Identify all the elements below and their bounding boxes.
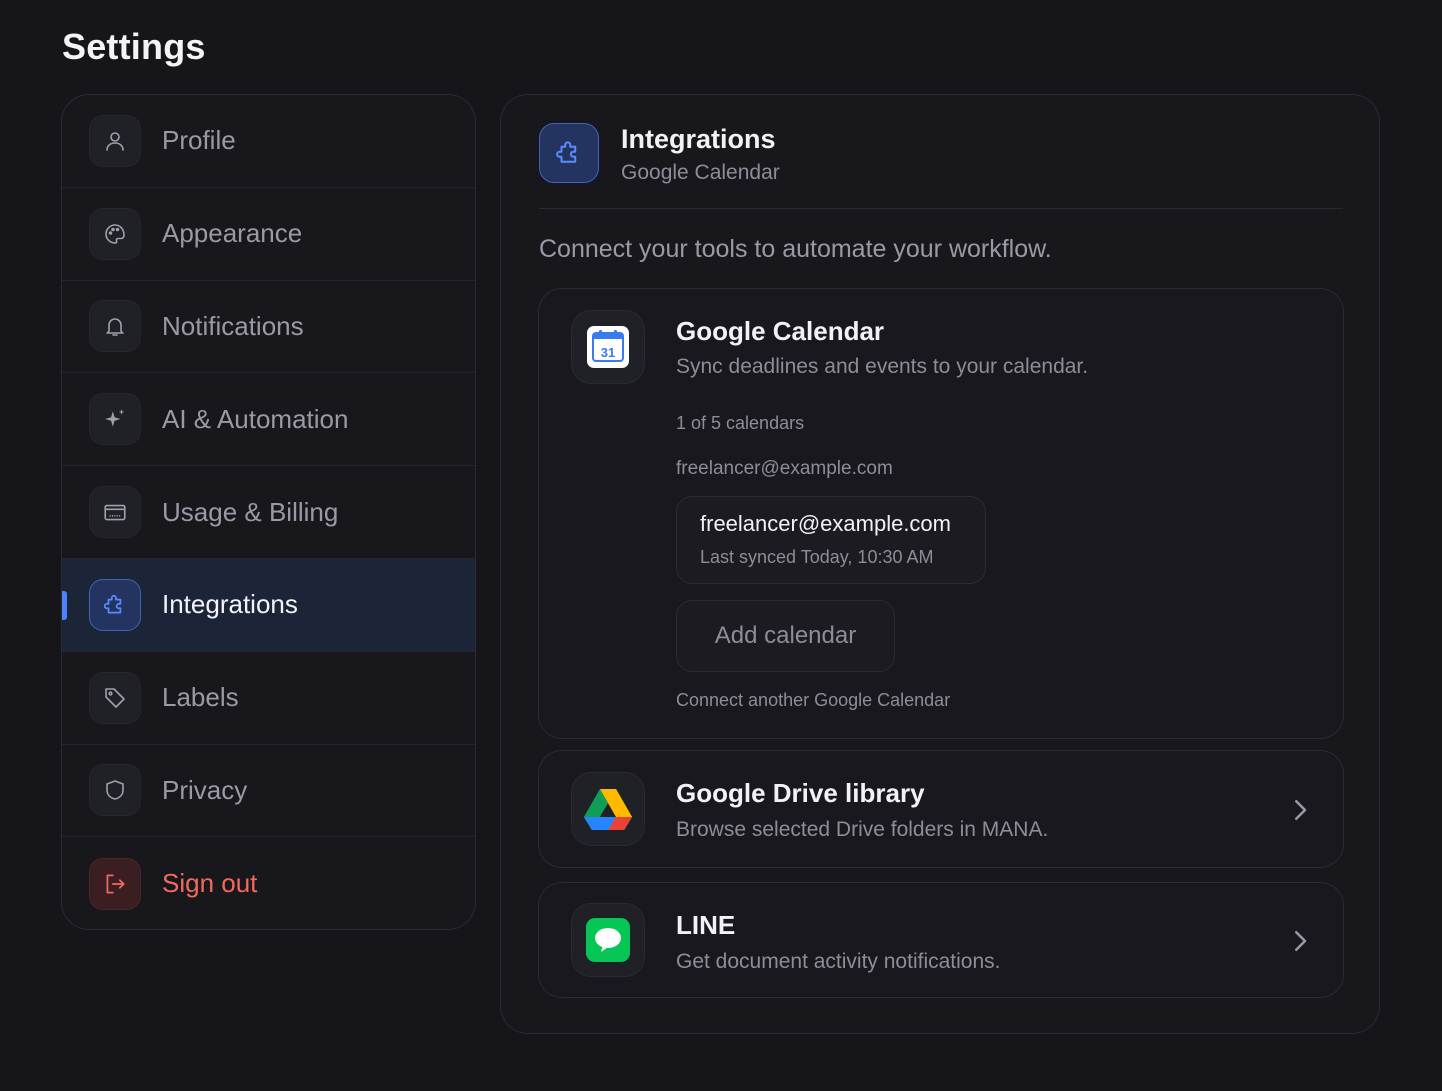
chevron-right-icon[interactable] <box>1285 795 1315 825</box>
sidebar-item-sign-out[interactable]: Sign out <box>62 837 475 929</box>
sidebar-item-label: Privacy <box>162 774 248 805</box>
add-calendar-hint: Connect another Google Calendar <box>676 690 951 710</box>
google-calendar-card: 31 Google Calendar Sync deadlines and ev… <box>538 288 1344 739</box>
palette-icon <box>89 207 141 260</box>
panel-header: Integrations Google Calendar <box>539 123 1343 209</box>
bell-icon <box>89 300 141 353</box>
google-drive-description: Browse selected Drive folders in MANA. <box>676 818 1049 841</box>
google-calendar-icon: 31 <box>571 310 645 384</box>
sidebar-item-privacy[interactable]: Privacy <box>62 745 475 838</box>
sidebar-item-label: Notifications <box>162 310 304 341</box>
tag-icon <box>89 671 141 724</box>
account-label: freelancer@example.com <box>676 458 893 479</box>
sidebar-item-integrations[interactable]: Integrations <box>62 558 475 652</box>
account-email: freelancer@example.com <box>700 511 951 536</box>
add-calendar-button[interactable]: Add calendar <box>676 600 895 672</box>
panel-intro: Connect your tools to automate your work… <box>539 235 1052 263</box>
page-title: Settings <box>62 26 206 67</box>
user-icon <box>89 114 141 167</box>
panel-subtitle: Google Calendar <box>621 161 780 184</box>
sign-out-icon <box>89 857 141 910</box>
sparkle-icon <box>89 393 141 446</box>
google-drive-icon <box>571 772 645 846</box>
sidebar-item-label: AI & Automation <box>162 403 349 434</box>
calendar-day-number: 31 <box>601 345 615 360</box>
sidebar-item-label: Appearance <box>162 218 303 249</box>
google-calendar-description: Sync deadlines and events to your calend… <box>676 355 1089 378</box>
chevron-right-icon[interactable] <box>1285 926 1315 956</box>
sidebar-item-label: Usage & Billing <box>162 496 339 527</box>
sidebar-item-label: Profile <box>162 125 236 156</box>
line-description: Get document activity notifications. <box>676 950 1001 973</box>
google-drive-card[interactable]: Google Drive library Browse selected Dri… <box>538 750 1344 868</box>
puzzle-icon <box>539 123 599 183</box>
settings-sidebar: Profile Appearance Notifications AI & Au… <box>61 94 476 930</box>
sidebar-item-profile[interactable]: Profile <box>62 95 475 188</box>
sidebar-item-usage-billing[interactable]: Usage & Billing <box>62 466 475 559</box>
sidebar-item-label: Integrations <box>162 589 298 620</box>
sidebar-item-notifications[interactable]: Notifications <box>62 281 475 374</box>
sidebar-item-appearance[interactable]: Appearance <box>62 188 475 281</box>
sidebar-item-label: Labels <box>162 682 239 713</box>
line-icon <box>571 903 645 977</box>
calendar-count: 1 of 5 calendars <box>676 413 805 433</box>
credit-card-icon <box>89 486 141 539</box>
sidebar-item-label: Sign out <box>162 868 258 899</box>
panel-title: Integrations <box>621 124 776 154</box>
google-drive-title: Google Drive library <box>676 778 925 808</box>
last-synced: Last synced Today, 10:30 AM <box>700 547 934 567</box>
shield-icon <box>89 764 141 817</box>
puzzle-icon <box>89 578 141 631</box>
sidebar-item-ai-automation[interactable]: AI & Automation <box>62 373 475 467</box>
google-calendar-title: Google Calendar <box>676 316 885 346</box>
integrations-panel: Integrations Google Calendar Connect you… <box>500 94 1380 1034</box>
line-title: LINE <box>676 910 736 940</box>
sidebar-item-labels[interactable]: Labels <box>62 652 475 745</box>
connected-account-chip[interactable]: freelancer@example.com Last synced Today… <box>676 496 986 584</box>
line-card[interactable]: LINE Get document activity notifications… <box>538 882 1344 998</box>
